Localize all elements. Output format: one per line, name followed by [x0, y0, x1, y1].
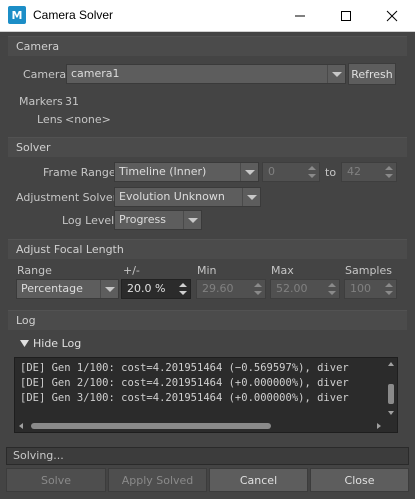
camera-dropdown-value: camera1	[71, 67, 120, 80]
close-window-button[interactable]	[369, 0, 415, 32]
app-icon-letter: M	[11, 8, 23, 22]
frame-end-spinbox[interactable]: 42	[341, 162, 397, 182]
log-level-dropdown[interactable]: Progress	[114, 210, 202, 230]
samples-column-label: Samples	[345, 264, 392, 277]
markers-label: Markers	[19, 95, 63, 108]
spin-arrows-icon[interactable]	[382, 280, 396, 298]
camera-label: Camera	[23, 68, 67, 81]
chevron-down-icon	[100, 280, 118, 298]
minimize-button[interactable]	[277, 0, 323, 32]
adjustment-solver-value: Evolution Unknown	[119, 190, 225, 203]
range-dropdown-value: Percentage	[21, 282, 83, 295]
log-line: [DE] Gen 2/100: cost=4.201951464 (+0.000…	[20, 377, 349, 389]
to-label: to	[325, 166, 337, 179]
focal-section-header: Adjust Focal Length	[8, 239, 407, 259]
maximize-button[interactable]	[323, 0, 369, 32]
adjustment-solver-dropdown[interactable]: Evolution Unknown	[114, 187, 261, 207]
close-button[interactable]: Close	[310, 468, 409, 492]
spin-arrows-icon[interactable]	[251, 280, 265, 298]
close-icon	[386, 10, 398, 22]
window-title: Camera Solver	[33, 8, 114, 22]
minimize-icon	[295, 15, 305, 17]
vertical-scrollbar-icon	[388, 362, 394, 415]
samples-spinbox[interactable]: 100	[344, 279, 397, 299]
range-dropdown[interactable]: Percentage	[16, 279, 119, 299]
title-bar: M Camera Solver	[0, 0, 415, 32]
frame-end-value: 42	[347, 165, 361, 178]
status-bar: Solving...	[6, 447, 409, 465]
spin-arrows-icon[interactable]	[382, 163, 396, 181]
range-column-label: Range	[17, 264, 52, 277]
log-line: [DE] Gen 3/100: cost=4.201951464 (+0.000…	[20, 392, 349, 404]
hide-log-label: Hide Log	[33, 337, 82, 350]
min-spinbox[interactable]: 29.60	[196, 279, 266, 299]
frame-range-dropdown[interactable]: Timeline (Inner)	[114, 162, 259, 182]
frame-range-value: Timeline (Inner)	[119, 165, 207, 178]
max-spinbox[interactable]: 52.00	[270, 279, 340, 299]
camera-dropdown[interactable]: camera1	[66, 64, 346, 84]
plusminus-column-label: +/-	[123, 264, 140, 277]
spin-arrows-icon[interactable]	[305, 163, 319, 181]
samples-value: 100	[350, 282, 371, 295]
hide-log-toggle[interactable]: Hide Log	[20, 337, 81, 350]
log-level-value: Progress	[119, 213, 166, 226]
lens-label: Lens	[37, 113, 63, 126]
solve-button[interactable]: Solve	[6, 468, 106, 492]
triangle-down-icon	[20, 339, 29, 347]
min-column-label: Min	[197, 264, 217, 277]
chevron-down-icon	[240, 163, 258, 181]
log-section-header: Log	[8, 310, 407, 330]
log-vertical-scrollbar[interactable]	[385, 358, 397, 420]
frame-start-spinbox[interactable]: 0	[262, 162, 320, 182]
frame-start-value: 0	[268, 165, 275, 178]
refresh-button[interactable]: Refresh	[348, 63, 396, 85]
solver-section-header: Solver	[8, 137, 407, 157]
log-level-label: Log Level	[62, 214, 115, 227]
horizontal-scrollbar-icon	[19, 423, 381, 429]
markers-value: 31	[65, 95, 79, 108]
adjustment-solver-label: Adjustment Solver	[16, 191, 118, 204]
max-column-label: Max	[271, 264, 294, 277]
log-horizontal-scrollbar[interactable]	[15, 420, 385, 432]
lens-value: <none>	[65, 113, 111, 126]
max-value: 52.00	[276, 282, 308, 295]
chevron-down-icon	[242, 188, 260, 206]
log-line: [DE] Gen 1/100: cost=4.201951464 (−0.569…	[20, 362, 349, 374]
apply-solved-button[interactable]: Apply Solved	[108, 468, 207, 492]
camera-section-header: Camera	[8, 36, 407, 56]
maximize-icon	[341, 11, 351, 21]
frame-range-label: Frame Range	[43, 166, 116, 179]
maya-app-icon: M	[8, 6, 26, 24]
chevron-down-icon	[327, 65, 345, 83]
plusminus-value: 20.0 %	[127, 282, 166, 295]
cancel-button[interactable]: Cancel	[209, 468, 308, 492]
spin-arrows-icon[interactable]	[176, 280, 190, 298]
plusminus-spinbox[interactable]: 20.0 %	[121, 279, 191, 299]
chevron-down-icon	[183, 211, 201, 229]
min-value: 29.60	[202, 282, 234, 295]
spin-arrows-icon[interactable]	[325, 280, 339, 298]
